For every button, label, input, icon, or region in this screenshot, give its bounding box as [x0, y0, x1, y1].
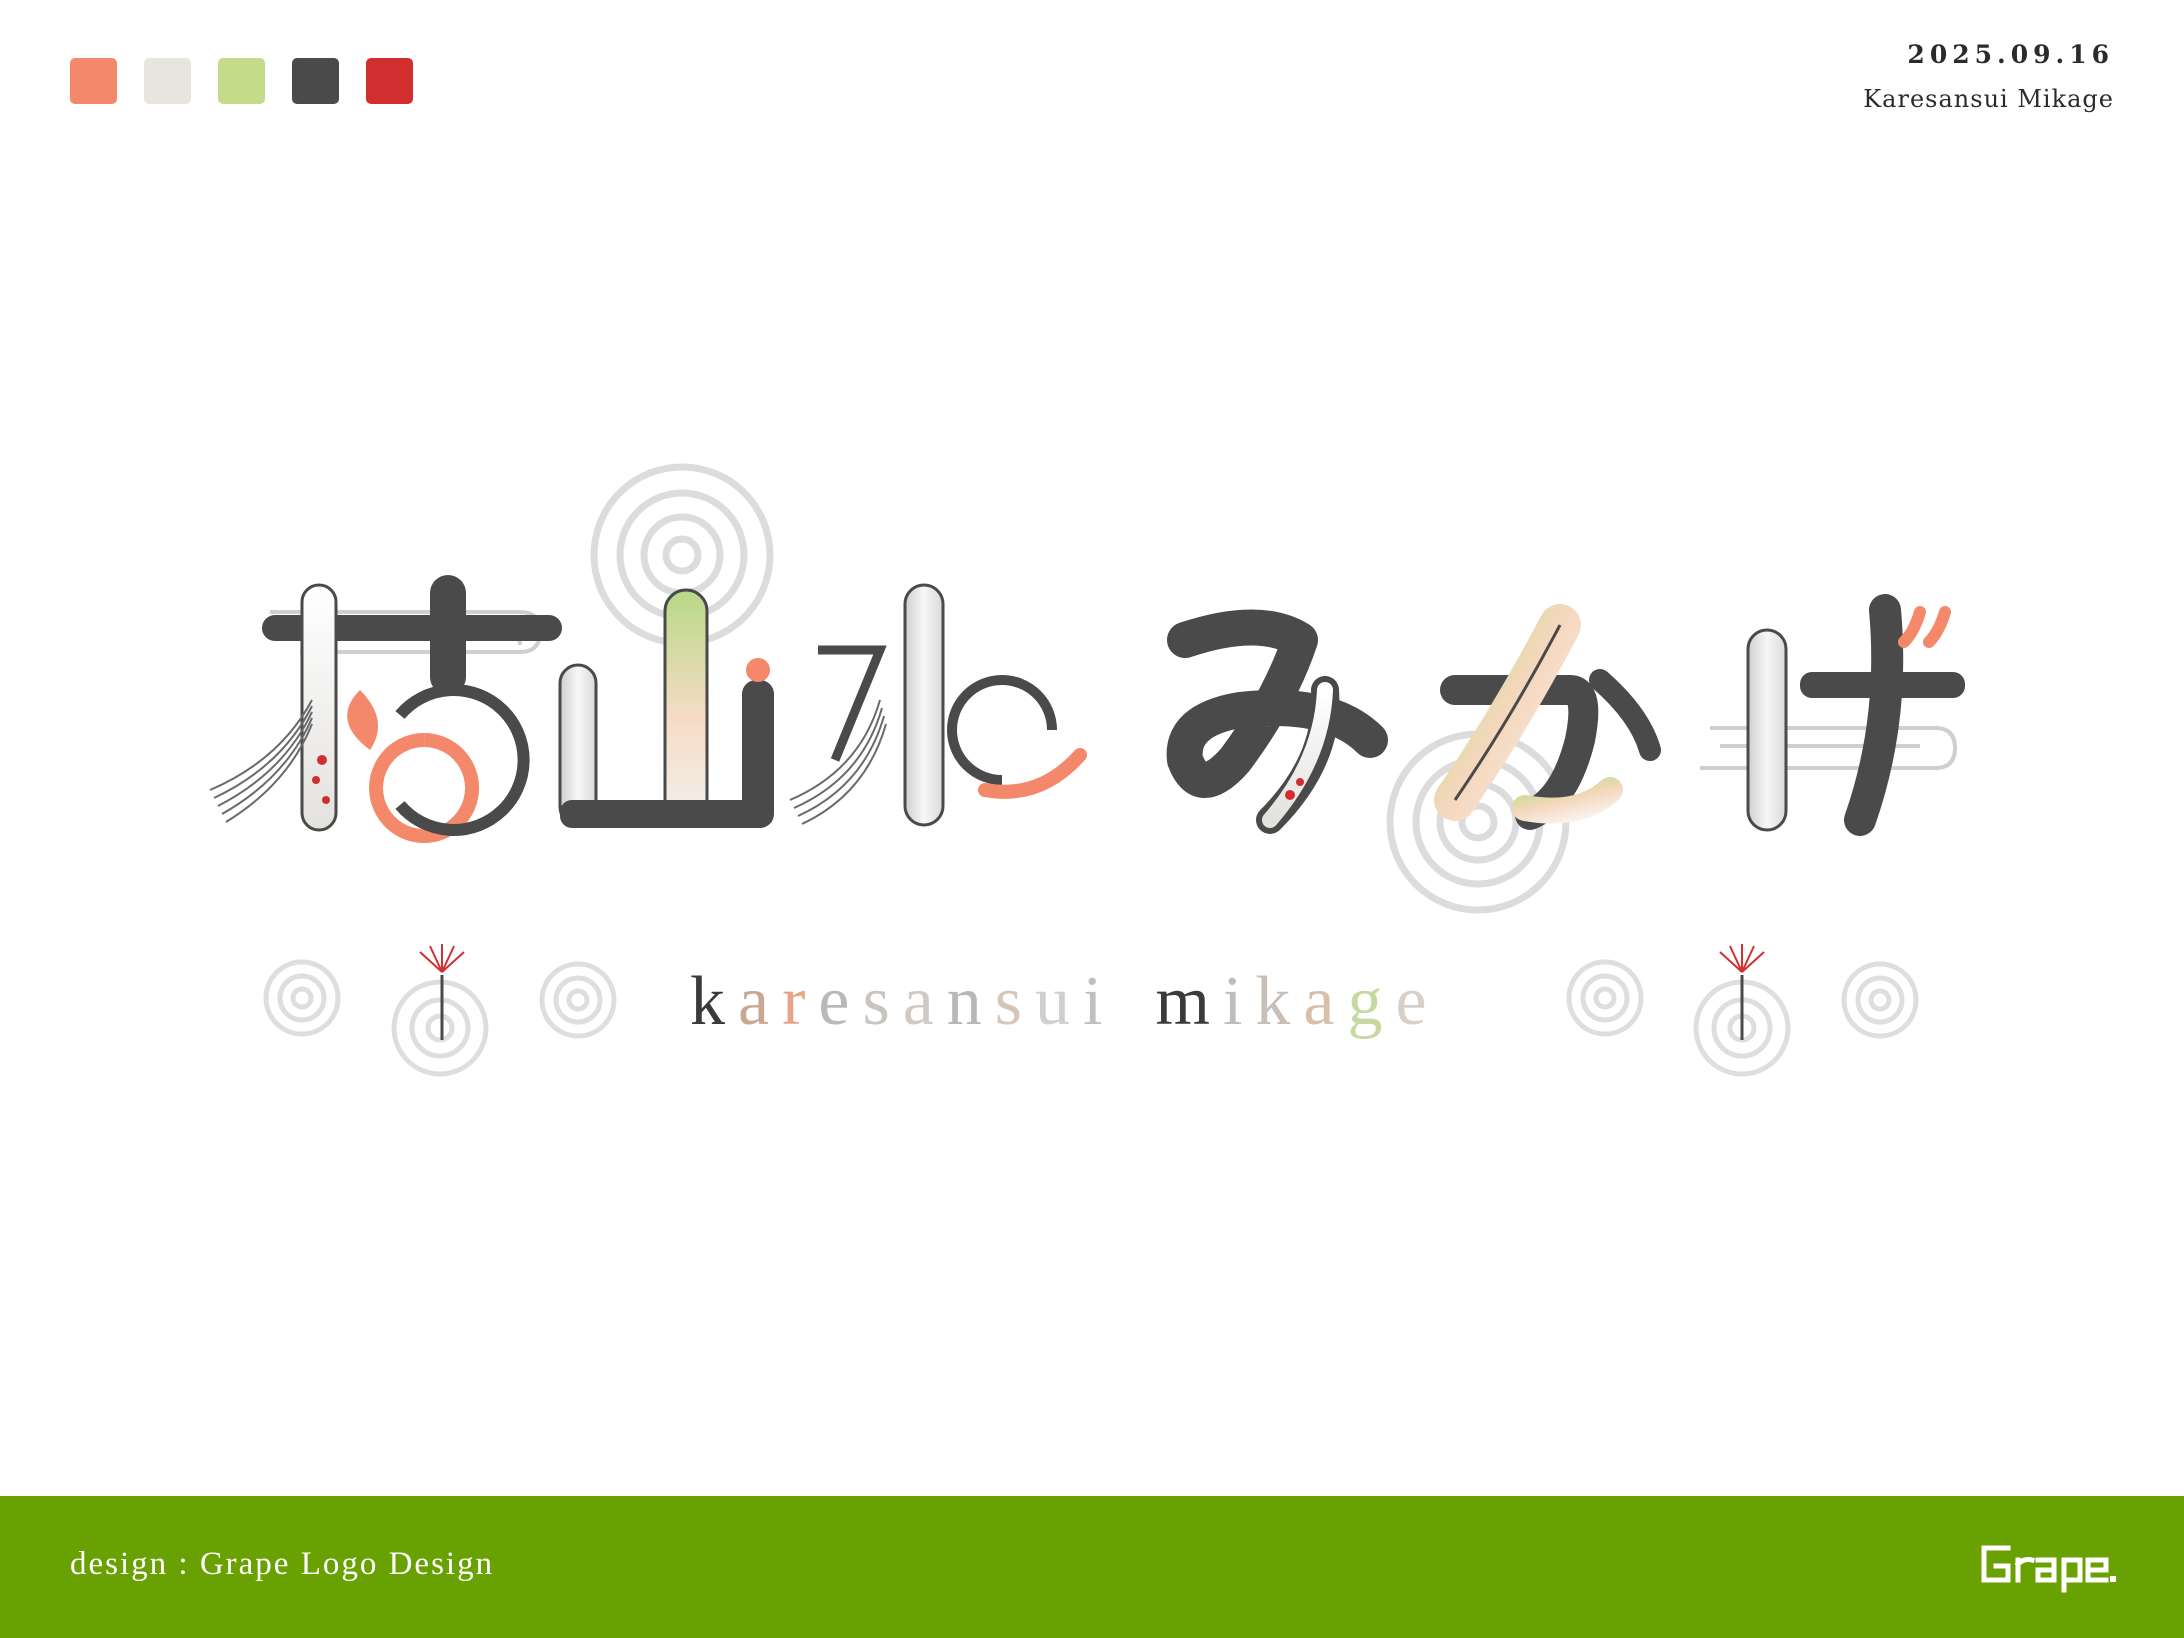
glyph-mizu: [789, 583, 1087, 827]
logo-lettering-graphic: [209, 463, 1965, 1077]
footer-bar: design : Grape Logo Design: [0, 1496, 2184, 1638]
logo-subtitle-text: karesansui mikage: [690, 963, 1440, 1040]
glyph-ge: [1746, 594, 1965, 836]
logo-artwork: [0, 0, 2184, 1496]
logo-subtitle: karesansui mikage: [690, 962, 1510, 1042]
glyph-ko: [209, 575, 562, 843]
design-credit: design : Grape Logo Design: [70, 1546, 495, 1582]
glyph-mi: [1166, 609, 1388, 834]
lily-right: [1719, 944, 1765, 1040]
grape-logo-icon: [1981, 1545, 2116, 1593]
glyph-ka: [1434, 604, 1661, 830]
glyph-yama: [558, 588, 774, 828]
